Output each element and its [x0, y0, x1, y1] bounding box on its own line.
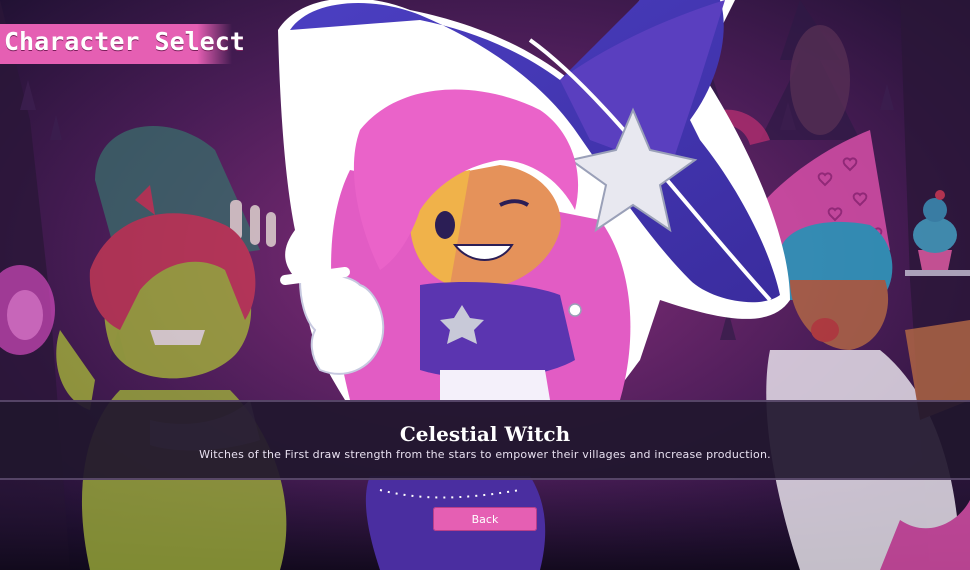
back-button[interactable]: Back [433, 507, 537, 531]
character-name: Celestial Witch [399, 422, 571, 446]
character-description: Witches of the First draw strength from … [199, 448, 771, 461]
character-select-scene [0, 0, 970, 570]
screen-title: Character Select [4, 27, 245, 56]
